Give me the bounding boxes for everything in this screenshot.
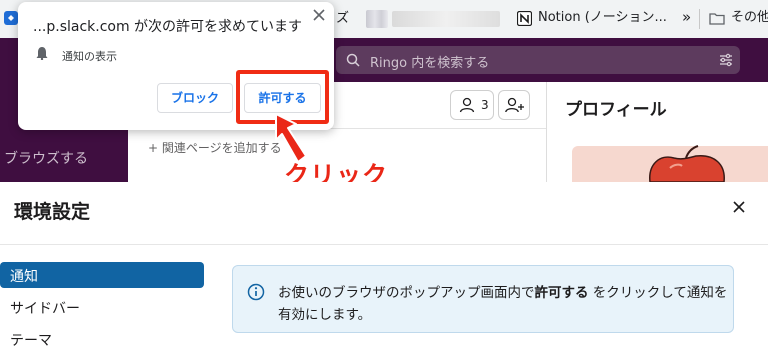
nav-item-theme[interactable]: テーマ <box>10 330 52 350</box>
bookmarks-separator <box>699 9 700 29</box>
folder-icon <box>709 13 725 25</box>
bookmark-other[interactable]: その他の <box>731 10 768 26</box>
search-placeholder: Ringo 内を検索する <box>370 56 490 71</box>
bookmarks-overflow[interactable]: » <box>682 9 691 25</box>
site-favicon-icon[interactable] <box>4 11 18 25</box>
dialog-divider <box>0 244 768 245</box>
member-count: 3 <box>481 98 489 112</box>
sidebar-item-browse[interactable]: ブラウズする <box>4 148 88 168</box>
block-button[interactable]: ブロック <box>157 83 233 113</box>
search-icon <box>346 53 360 67</box>
bookmark-truncated[interactable]: ズ <box>336 11 349 27</box>
bell-icon <box>36 47 48 60</box>
nav-item-sidebar[interactable]: サイドバー <box>10 298 80 318</box>
blurred-bookmark-icon[interactable] <box>366 10 388 28</box>
person-icon <box>459 97 475 113</box>
permission-label: 通知の表示 <box>62 50 117 63</box>
info-text-bold: 許可する <box>534 285 589 301</box>
profile-title: プロフィール <box>565 100 667 120</box>
info-text-part1: お使いのブラウザのポップアップ画面内で <box>278 285 535 301</box>
apple-illustration-icon <box>649 145 725 182</box>
popup-title: ...p.slack.com が次の許可を求めています <box>33 19 303 35</box>
nav-label-notifications: 通知 <box>10 269 38 285</box>
dialog-title: 環境設定 <box>14 201 91 223</box>
filter-icon[interactable] <box>719 53 733 67</box>
blurred-bookmark-label[interactable] <box>392 11 500 27</box>
notion-icon <box>517 11 532 26</box>
info-text: お使いのブラウザのポップアップ画面内で許可する をクリックして通知を有効にします… <box>278 282 728 326</box>
close-icon[interactable] <box>732 200 746 214</box>
add-bookmark-link[interactable]: + 関連ページを追加する <box>148 139 282 156</box>
info-icon <box>247 283 265 301</box>
close-icon[interactable] <box>312 8 326 22</box>
add-person-icon <box>505 97 524 113</box>
bookmark-notion[interactable]: Notion (ノーション... <box>538 10 667 26</box>
